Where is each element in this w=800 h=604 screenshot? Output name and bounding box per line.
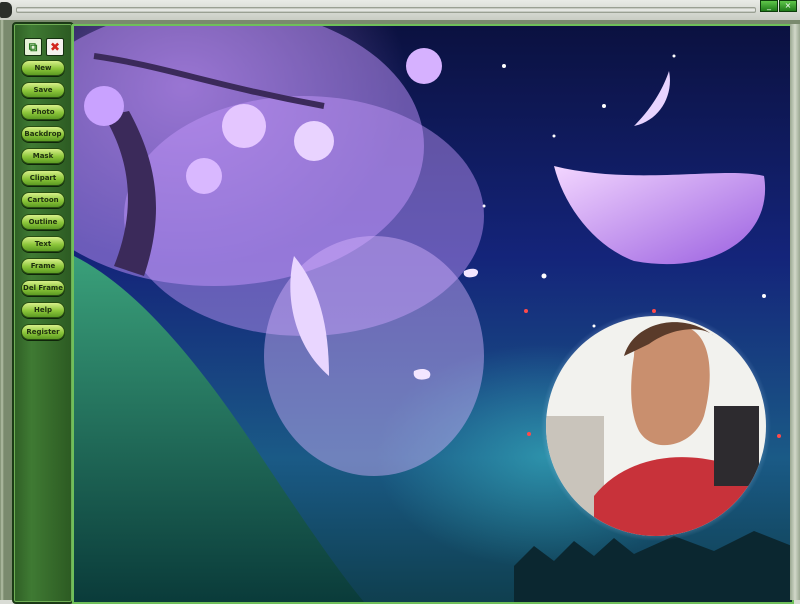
frame-button[interactable]: Frame [21, 258, 65, 274]
moon-portrait [541, 311, 771, 541]
register-button[interactable]: Register [21, 324, 65, 340]
sidebar-icon-row: ⧉ ✖ [22, 38, 66, 56]
sidebar-menu: New Save Photo Backdrop Mask Clipart Car… [20, 60, 66, 346]
right-frame-edge [790, 24, 800, 600]
outline-button[interactable]: Outline [21, 214, 65, 230]
minimize-button[interactable]: _ [760, 0, 778, 12]
cartoon-button[interactable]: Cartoon [21, 192, 65, 208]
help-button[interactable]: Help [21, 302, 65, 318]
text-button[interactable]: Text [21, 236, 65, 252]
window-corner-handle[interactable] [0, 2, 12, 18]
del-frame-button[interactable]: Del Frame [21, 280, 65, 296]
new-button[interactable]: New [21, 60, 65, 76]
clipart-button[interactable]: Clipart [21, 170, 65, 186]
tree-line [514, 531, 792, 602]
mask-button[interactable]: Mask [21, 148, 65, 164]
close-window-button[interactable]: × [779, 0, 797, 12]
save-button[interactable]: Save [21, 82, 65, 98]
photo-button[interactable]: Photo [21, 104, 65, 120]
backdrop-button[interactable]: Backdrop [21, 126, 65, 142]
tool-sidebar: ⧉ ✖ New Save Photo Backdrop Mask Clipart… [12, 22, 74, 604]
title-bar: _ × [0, 0, 800, 21]
photo-canvas[interactable] [72, 24, 794, 604]
copy-icon[interactable]: ⧉ [24, 38, 42, 56]
close-icon[interactable]: ✖ [46, 38, 64, 56]
title-bar-track [16, 7, 756, 13]
backdrop-artwork [74, 26, 792, 602]
